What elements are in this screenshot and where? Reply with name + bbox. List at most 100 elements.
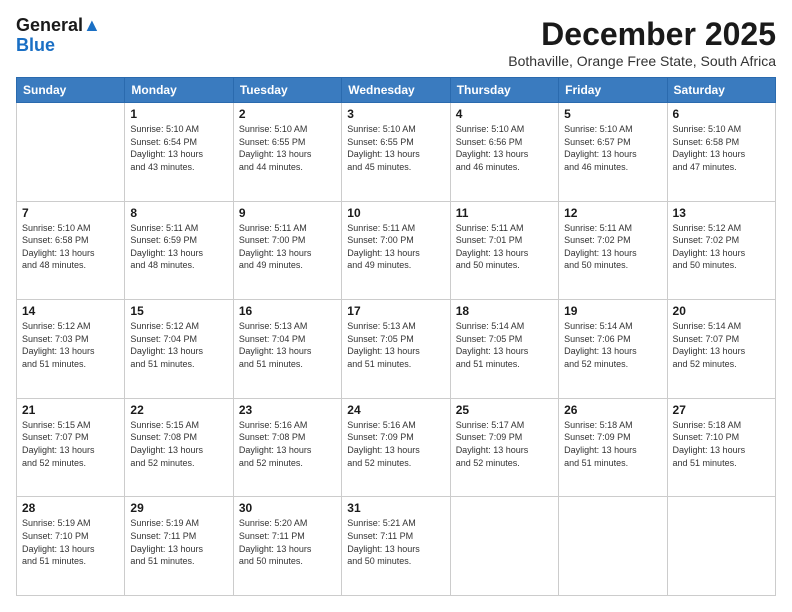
calendar-cell: [559, 497, 667, 596]
day-info: Sunrise: 5:12 AM Sunset: 7:02 PM Dayligh…: [673, 222, 770, 272]
day-number: 10: [347, 206, 444, 220]
calendar-cell: 29Sunrise: 5:19 AM Sunset: 7:11 PM Dayli…: [125, 497, 233, 596]
day-info: Sunrise: 5:11 AM Sunset: 7:00 PM Dayligh…: [347, 222, 444, 272]
calendar-cell: 6 Sunrise: 5:10 AM Sunset: 6:58 PM Daylig…: [667, 103, 775, 202]
calendar-cell: 31Sunrise: 5:21 AM Sunset: 7:11 PM Dayli…: [342, 497, 450, 596]
day-number: 25: [456, 403, 553, 417]
calendar-cell: 14 Sunrise: 5:12 AM Sunset: 7:03 PM Dayli…: [17, 300, 125, 399]
day-number: 11: [456, 206, 553, 220]
logo-general: General: [16, 15, 83, 35]
calendar-cell: 22Sunrise: 5:15 AM Sunset: 7:08 PM Dayli…: [125, 398, 233, 497]
day-number: 24: [347, 403, 444, 417]
calendar-cell: [667, 497, 775, 596]
day-number: 12: [564, 206, 661, 220]
calendar-cell: 15Sunrise: 5:12 AM Sunset: 7:04 PM Dayli…: [125, 300, 233, 399]
day-number: 30: [239, 501, 336, 515]
day-info: Sunrise: 5:14 AM Sunset: 7:07 PM Dayligh…: [673, 320, 770, 370]
calendar-cell: 25 Sunrise: 5:17 AM Sunset: 7:09 PM Dayli…: [450, 398, 558, 497]
day-number: 28: [22, 501, 119, 515]
calendar-cell: 24 Sunrise: 5:16 AM Sunset: 7:09 PM Dayli…: [342, 398, 450, 497]
calendar-cell: 11 Sunrise: 5:11 AM Sunset: 7:01 PM Dayli…: [450, 201, 558, 300]
day-info: Sunrise: 5:19 AM Sunset: 7:10 PM Dayligh…: [22, 517, 119, 567]
day-number: 5: [564, 107, 661, 121]
day-info: Sunrise: 5:17 AM Sunset: 7:09 PM Dayligh…: [456, 419, 553, 469]
calendar-cell: 4 Sunrise: 5:10 AM Sunset: 6:56 PM Daylig…: [450, 103, 558, 202]
day-info: Sunrise: 5:18 AM Sunset: 7:09 PM Dayligh…: [564, 419, 661, 469]
calendar-cell: 18Sunrise: 5:14 AM Sunset: 7:05 PM Dayli…: [450, 300, 558, 399]
calendar-cell: 28 Sunrise: 5:19 AM Sunset: 7:10 PM Dayli…: [17, 497, 125, 596]
calendar-table: SundayMondayTuesdayWednesdayThursdayFrid…: [16, 77, 776, 596]
calendar-cell: 3 Sunrise: 5:10 AM Sunset: 6:55 PM Daylig…: [342, 103, 450, 202]
day-info: Sunrise: 5:10 AM Sunset: 6:58 PM Dayligh…: [673, 123, 770, 173]
day-header-sunday: Sunday: [17, 78, 125, 103]
calendar-cell: [450, 497, 558, 596]
calendar-cell: 16 Sunrise: 5:13 AM Sunset: 7:04 PM Dayli…: [233, 300, 341, 399]
header: General▲ Blue December 2025 Bothaville, …: [16, 16, 776, 69]
day-info: Sunrise: 5:12 AM Sunset: 7:03 PM Dayligh…: [22, 320, 119, 370]
day-number: 16: [239, 304, 336, 318]
week-row-3: 14 Sunrise: 5:12 AM Sunset: 7:03 PM Dayli…: [17, 300, 776, 399]
calendar-cell: 10 Sunrise: 5:11 AM Sunset: 7:00 PM Dayli…: [342, 201, 450, 300]
day-number: 14: [22, 304, 119, 318]
week-row-1: 1 Sunrise: 5:10 AM Sunset: 6:54 PM Daylig…: [17, 103, 776, 202]
day-number: 17: [347, 304, 444, 318]
calendar-cell: 7Sunrise: 5:10 AM Sunset: 6:58 PM Daylig…: [17, 201, 125, 300]
day-info: Sunrise: 5:14 AM Sunset: 7:06 PM Dayligh…: [564, 320, 661, 370]
day-info: Sunrise: 5:10 AM Sunset: 6:54 PM Dayligh…: [130, 123, 227, 173]
day-number: 13: [673, 206, 770, 220]
main-title: December 2025: [508, 16, 776, 53]
day-number: 6: [673, 107, 770, 121]
day-info: Sunrise: 5:11 AM Sunset: 7:01 PM Dayligh…: [456, 222, 553, 272]
day-info: Sunrise: 5:10 AM Sunset: 6:56 PM Dayligh…: [456, 123, 553, 173]
calendar-cell: 20 Sunrise: 5:14 AM Sunset: 7:07 PM Dayli…: [667, 300, 775, 399]
day-header-monday: Monday: [125, 78, 233, 103]
day-info: Sunrise: 5:15 AM Sunset: 7:08 PM Dayligh…: [130, 419, 227, 469]
logo: General▲ Blue: [16, 16, 101, 56]
day-info: Sunrise: 5:16 AM Sunset: 7:09 PM Dayligh…: [347, 419, 444, 469]
calendar-cell: [17, 103, 125, 202]
day-number: 9: [239, 206, 336, 220]
day-info: Sunrise: 5:11 AM Sunset: 7:00 PM Dayligh…: [239, 222, 336, 272]
day-number: 4: [456, 107, 553, 121]
day-info: Sunrise: 5:12 AM Sunset: 7:04 PM Dayligh…: [130, 320, 227, 370]
calendar-cell: 8 Sunrise: 5:11 AM Sunset: 6:59 PM Daylig…: [125, 201, 233, 300]
calendar-cell: 9 Sunrise: 5:11 AM Sunset: 7:00 PM Daylig…: [233, 201, 341, 300]
day-info: Sunrise: 5:10 AM Sunset: 6:57 PM Dayligh…: [564, 123, 661, 173]
day-info: Sunrise: 5:15 AM Sunset: 7:07 PM Dayligh…: [22, 419, 119, 469]
day-info: Sunrise: 5:10 AM Sunset: 6:55 PM Dayligh…: [347, 123, 444, 173]
day-info: Sunrise: 5:20 AM Sunset: 7:11 PM Dayligh…: [239, 517, 336, 567]
day-number: 21: [22, 403, 119, 417]
day-number: 2: [239, 107, 336, 121]
day-info: Sunrise: 5:10 AM Sunset: 6:55 PM Dayligh…: [239, 123, 336, 173]
calendar-cell: 12Sunrise: 5:11 AM Sunset: 7:02 PM Dayli…: [559, 201, 667, 300]
day-number: 1: [130, 107, 227, 121]
week-row-2: 7Sunrise: 5:10 AM Sunset: 6:58 PM Daylig…: [17, 201, 776, 300]
subtitle: Bothaville, Orange Free State, South Afr…: [508, 53, 776, 69]
title-block: December 2025 Bothaville, Orange Free St…: [508, 16, 776, 69]
day-number: 3: [347, 107, 444, 121]
calendar-cell: 1 Sunrise: 5:10 AM Sunset: 6:54 PM Daylig…: [125, 103, 233, 202]
day-number: 19: [564, 304, 661, 318]
day-header-friday: Friday: [559, 78, 667, 103]
calendar-header-row: SundayMondayTuesdayWednesdayThursdayFrid…: [17, 78, 776, 103]
day-number: 31: [347, 501, 444, 515]
day-number: 23: [239, 403, 336, 417]
day-info: Sunrise: 5:13 AM Sunset: 7:04 PM Dayligh…: [239, 320, 336, 370]
day-info: Sunrise: 5:16 AM Sunset: 7:08 PM Dayligh…: [239, 419, 336, 469]
day-header-saturday: Saturday: [667, 78, 775, 103]
day-number: 27: [673, 403, 770, 417]
day-number: 18: [456, 304, 553, 318]
day-number: 20: [673, 304, 770, 318]
day-info: Sunrise: 5:10 AM Sunset: 6:58 PM Dayligh…: [22, 222, 119, 272]
day-number: 8: [130, 206, 227, 220]
calendar-cell: 19 Sunrise: 5:14 AM Sunset: 7:06 PM Dayli…: [559, 300, 667, 399]
day-info: Sunrise: 5:19 AM Sunset: 7:11 PM Dayligh…: [130, 517, 227, 567]
day-info: Sunrise: 5:11 AM Sunset: 6:59 PM Dayligh…: [130, 222, 227, 272]
logo-blue: Blue: [16, 36, 101, 56]
week-row-4: 21 Sunrise: 5:15 AM Sunset: 7:07 PM Dayli…: [17, 398, 776, 497]
calendar-cell: 13 Sunrise: 5:12 AM Sunset: 7:02 PM Dayli…: [667, 201, 775, 300]
day-header-tuesday: Tuesday: [233, 78, 341, 103]
page: General▲ Blue December 2025 Bothaville, …: [0, 0, 792, 612]
calendar-cell: 23 Sunrise: 5:16 AM Sunset: 7:08 PM Dayli…: [233, 398, 341, 497]
day-header-thursday: Thursday: [450, 78, 558, 103]
